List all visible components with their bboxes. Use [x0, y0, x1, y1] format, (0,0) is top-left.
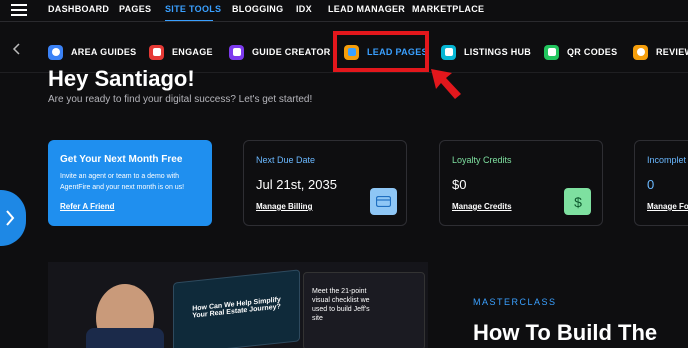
card-title: Get Your Next Month Free [60, 154, 183, 165]
chevron-right-icon [6, 210, 15, 226]
nav-lead-manager[interactable]: LEAD MANAGER [328, 4, 405, 14]
card-label: Loyalty Credits [452, 155, 512, 165]
refer-friend-link[interactable]: Refer A Friend [60, 202, 115, 211]
nav-pages[interactable]: PAGES [119, 4, 151, 14]
review-icon [633, 44, 648, 60]
card-value: 0 [647, 177, 655, 192]
tool-label: LISTINGS HUB [464, 47, 532, 57]
highlight-box [333, 31, 429, 72]
hamburger-menu-icon[interactable] [11, 4, 27, 16]
next-due-card: Next Due Date Jul 21st, 2035 Manage Bill… [243, 140, 407, 226]
tool-guide-creator[interactable]: GUIDE CREATOR [229, 43, 331, 61]
card-value: Jul 21st, 2035 [256, 177, 337, 192]
tool-label: GUIDE CREATOR [252, 47, 331, 57]
masterclass-title: How To Build The [473, 320, 658, 345]
tool-qr-codes[interactable]: QR CODES [544, 43, 617, 61]
area-guides-icon [48, 44, 63, 60]
checklist-screenshot: Meet the 21-point visual checklist we us… [303, 272, 425, 348]
nav-dashboard[interactable]: DASHBOARD [48, 4, 109, 14]
card-value: $0 [452, 177, 467, 192]
manage-forms-link[interactable]: Manage For [647, 202, 688, 211]
referral-card: Get Your Next Month Free Invite an agent… [48, 140, 212, 226]
card-label: Next Due Date [256, 155, 316, 165]
top-navigation: DASHBOARD PAGES SITE TOOLS BLOGGING IDX … [0, 0, 688, 22]
tool-area-guides[interactable]: AREA GUIDES [48, 43, 136, 61]
tool-label: ENGAGE [172, 47, 213, 57]
incomplete-card: Incomplet 0 Manage For [634, 140, 688, 226]
tool-label: QR CODES [567, 47, 618, 57]
card-body: Invite an agent or team to a demo with A… [60, 173, 185, 191]
credit-card-icon [370, 188, 397, 215]
presenter-suit [86, 328, 164, 348]
masterclass-eyebrow: MASTERCLASS [473, 297, 557, 307]
tool-engage[interactable]: ENGAGE [149, 43, 213, 61]
website-screenshot: How Can We Help Simplify Your Real Estat… [173, 269, 300, 348]
nav-idx[interactable]: IDX [296, 4, 312, 14]
engage-icon [149, 44, 164, 60]
nav-blogging[interactable]: BLOGGING [232, 4, 283, 14]
loyalty-credits-card: Loyalty Credits $0 Manage Credits $ [439, 140, 603, 226]
svg-text:$: $ [574, 194, 582, 210]
tool-listings-hub[interactable]: LISTINGS HUB [441, 43, 531, 61]
tool-label: REVIEW [656, 47, 688, 57]
listings-hub-icon [441, 44, 456, 60]
guide-creator-icon [229, 44, 244, 60]
manage-credits-link[interactable]: Manage Credits [452, 202, 512, 211]
manage-billing-link[interactable]: Manage Billing [256, 202, 312, 211]
dollar-icon: $ [564, 188, 591, 215]
tool-label: AREA GUIDES [71, 47, 137, 57]
page-title: Hey Santiago! [48, 66, 195, 91]
card-label: Incomplet [647, 155, 687, 165]
qr-codes-icon [544, 44, 559, 60]
red-arrow-icon [431, 69, 461, 99]
nav-site-tools[interactable]: SITE TOOLS [165, 4, 221, 14]
tool-reviews[interactable]: REVIEW [633, 43, 688, 61]
chevron-left-icon[interactable] [10, 42, 24, 56]
page-subtitle: Are you ready to find your digital succe… [48, 94, 313, 105]
next-slide-button[interactable] [0, 190, 26, 246]
screenshot-checklist: Meet the 21-point visual checklist we us… [312, 288, 370, 322]
screenshot-headline: How Can We Help Simplify Your Real Estat… [192, 296, 281, 320]
nav-marketplace[interactable]: MARKETPLACE [412, 4, 484, 14]
masterclass-thumbnail[interactable]: How Can We Help Simplify Your Real Estat… [48, 262, 428, 348]
